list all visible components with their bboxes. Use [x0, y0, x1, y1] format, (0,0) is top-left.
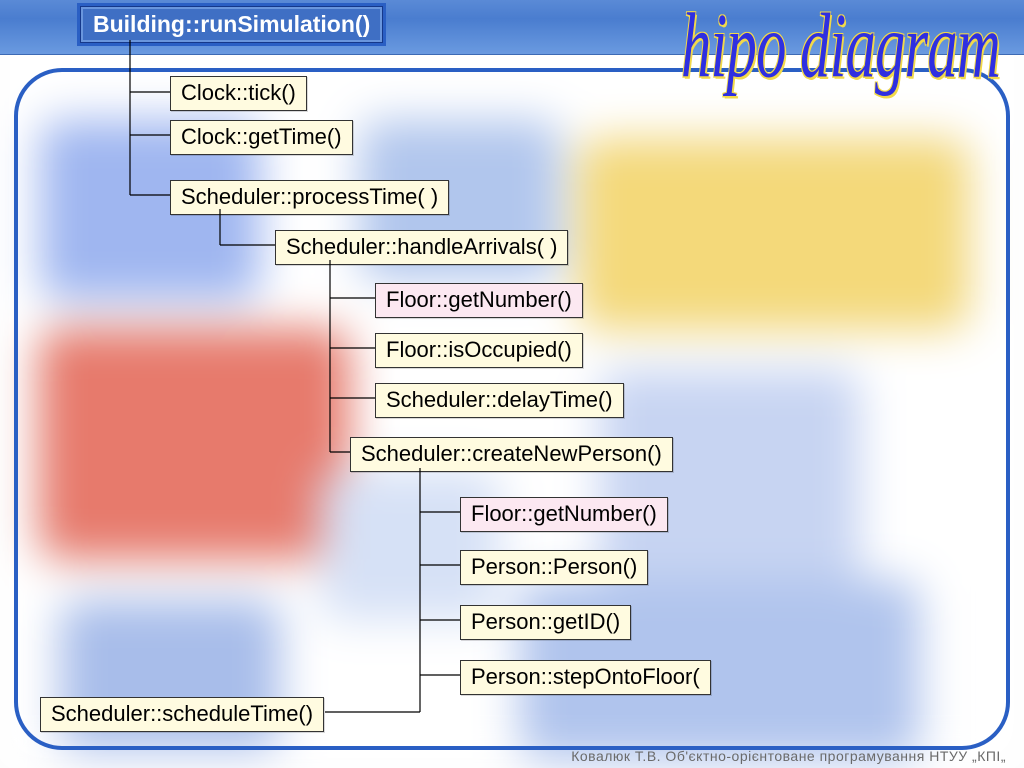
node-clock-gettime: Clock::getTime()	[170, 120, 353, 155]
node-building-runsimulation: Building::runSimulation()	[80, 6, 383, 43]
node-scheduler-processtime: Scheduler::processTime( )	[170, 180, 449, 215]
node-person-stepontofloor: Person::stepOntoFloor(	[460, 660, 711, 695]
node-clock-tick: Clock::tick()	[170, 76, 307, 111]
node-person-constructor: Person::Person()	[460, 550, 648, 585]
node-scheduler-createnewperson: Scheduler::createNewPerson()	[350, 437, 673, 472]
node-scheduler-scheduletime: Scheduler::scheduleTime()	[40, 697, 324, 732]
node-floor-getnumber-2: Floor::getNumber()	[460, 497, 668, 532]
node-scheduler-handlearrivals: Scheduler::handleArrivals( )	[275, 230, 568, 265]
footer-credit: Ковалюк Т.В. Об'єктно-орієнтоване програ…	[571, 748, 1006, 764]
node-person-getid: Person::getID()	[460, 605, 631, 640]
hipo-diagram: Building::runSimulation() Clock::tick() …	[0, 0, 1024, 768]
node-scheduler-delaytime: Scheduler::delayTime()	[375, 383, 624, 418]
node-floor-isoccupied: Floor::isOccupied()	[375, 333, 583, 368]
node-floor-getnumber-1: Floor::getNumber()	[375, 283, 583, 318]
diagram-title: hipo diagram	[681, 0, 1000, 100]
